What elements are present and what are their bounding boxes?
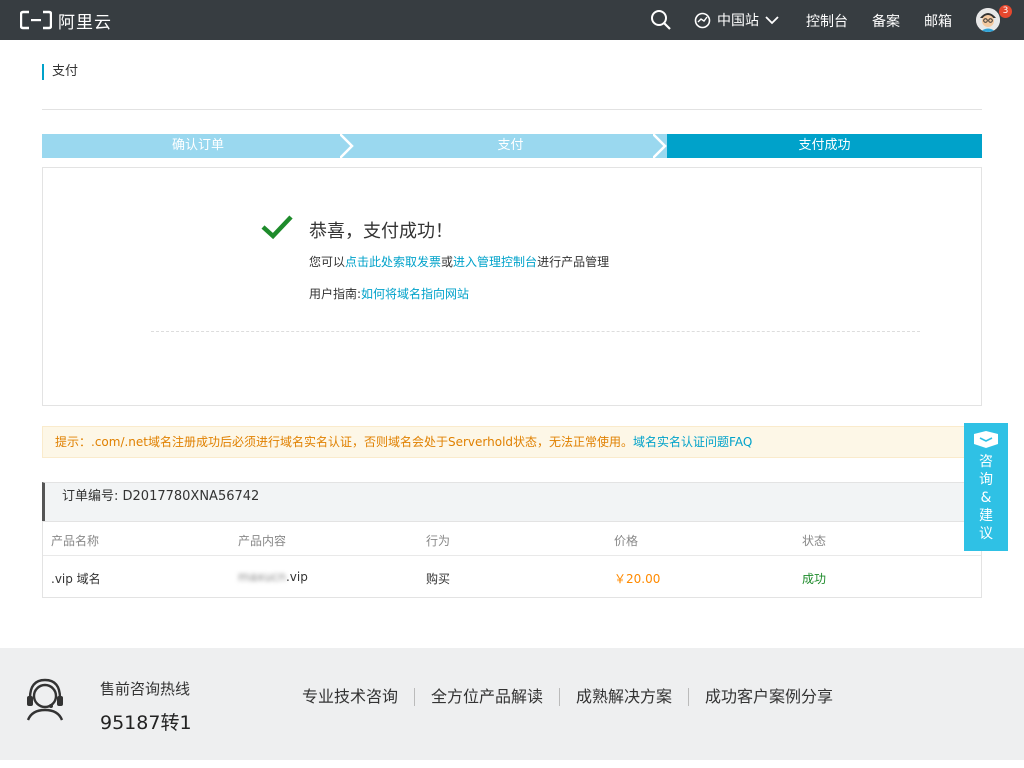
- hotline-number: 95187转1: [100, 712, 192, 734]
- td-product-name: .vip 域名: [51, 572, 101, 586]
- th-action: 行为: [426, 534, 451, 548]
- step-separator-icon: [340, 134, 354, 158]
- region-selector[interactable]: 中国站: [694, 10, 779, 30]
- consult-char: 询: [979, 472, 993, 488]
- guide-label: 用户指南:: [309, 287, 362, 301]
- success-title: 恭喜，支付成功！: [309, 221, 453, 242]
- consult-char: 咨: [979, 454, 993, 470]
- console-link[interactable]: 进入管理控制台: [453, 255, 537, 269]
- user-guide-line: 用户指南:如何将域名指向网站: [309, 285, 469, 302]
- region-label: 中国站: [717, 13, 759, 29]
- check-icon: [261, 215, 293, 240]
- consult-label: 咨 询 & 建 议: [964, 453, 1008, 543]
- td-action: 购买: [426, 572, 451, 586]
- th-status: 状态: [802, 534, 827, 548]
- order-table: 产品名称 产品内容 行为 价格 状态 .vip 域名 maxucn.vip 购买…: [42, 521, 982, 598]
- dashed-divider: [151, 331, 920, 332]
- aliyun-logo[interactable]: 阿里云: [20, 9, 112, 33]
- table-header-row: [43, 522, 981, 556]
- aliyun-logo-icon: [20, 10, 52, 30]
- guide-link[interactable]: 如何将域名指向网站: [361, 287, 469, 301]
- progress-steps: 确认订单 支付 支付成功: [42, 134, 982, 158]
- avatar[interactable]: [976, 8, 1000, 32]
- th-price: 价格: [614, 534, 639, 548]
- avatar-face-icon: [976, 8, 1000, 32]
- success-actions-line: 您可以点击此处索取发票或进入管理控制台进行产品管理: [309, 253, 609, 270]
- text-suffix: 进行产品管理: [537, 255, 610, 269]
- nav-link-mail[interactable]: 邮箱: [924, 11, 952, 31]
- td-product-content: maxucn.vip: [238, 570, 308, 584]
- hotline-label: 售前咨询热线: [100, 680, 191, 698]
- chat-icon: [974, 431, 998, 448]
- tip-text: 提示：.com/.net域名注册成功后必须进行域名实名认证，否则域名会处于Ser…: [55, 435, 634, 449]
- order-number: 订单编号: D2017780XNA56742: [62, 489, 260, 504]
- consult-char: 建: [979, 508, 993, 524]
- footer-bottom-strip: [0, 760, 1024, 768]
- consult-feedback-button[interactable]: 咨 询 & 建 议: [964, 423, 1008, 551]
- text-or: 或: [441, 255, 454, 269]
- success-panel: 恭喜，支付成功！ 您可以点击此处索取发票或进入管理控制台进行产品管理 用户指南:…: [42, 167, 982, 406]
- chevron-down-icon: [765, 16, 779, 25]
- headset-icon: [26, 678, 64, 721]
- nav-link-filing[interactable]: 备案: [872, 11, 900, 31]
- footer-link-case-studies[interactable]: 成功客户案例分享: [689, 688, 849, 706]
- step-label: 支付成功: [798, 138, 851, 153]
- notification-badge[interactable]: 3: [999, 5, 1012, 18]
- td-price: ￥20.00: [614, 572, 661, 586]
- title-divider: [42, 109, 982, 110]
- step-pay: 支付: [354, 134, 667, 158]
- th-product-name: 产品名称: [51, 534, 100, 548]
- faq-link[interactable]: 域名实名认证问题FAQ: [633, 435, 752, 449]
- page-title: 支付: [42, 64, 78, 80]
- nav-link-console[interactable]: 控制台: [806, 11, 848, 31]
- step-pay-success: 支付成功: [667, 134, 982, 158]
- footer-link-solutions[interactable]: 成熟解决方案: [560, 688, 690, 706]
- text-prefix: 您可以: [309, 255, 346, 269]
- footer-link-tech-consult[interactable]: 专业技术咨询: [286, 688, 416, 706]
- td-status: 成功: [802, 572, 827, 586]
- footer-links: 专业技术咨询 全方位产品解读 成熟解决方案 成功客户案例分享: [286, 688, 849, 706]
- step-label: 支付: [497, 138, 524, 153]
- search-icon[interactable]: [650, 9, 672, 31]
- top-navbar: 阿里云 中国站 控制台 备案 邮箱 3: [0, 0, 1024, 40]
- domain-suffix: .vip: [285, 570, 308, 584]
- invoice-link[interactable]: 点击此处索取发票: [345, 255, 441, 269]
- logo-text: 阿里云: [58, 12, 112, 33]
- step-separator-icon: [653, 134, 667, 158]
- consult-char: 议: [979, 526, 993, 542]
- order-header: 订单编号: D2017780XNA56742: [42, 482, 982, 521]
- step-label: 确认订单: [171, 138, 224, 153]
- consult-char: &: [980, 490, 992, 506]
- globe-icon: [694, 12, 711, 28]
- redacted-domain: maxucn: [238, 570, 286, 584]
- th-product-content: 产品内容: [238, 534, 287, 548]
- realname-tip: 提示：.com/.net域名注册成功后必须进行域名实名认证，否则域名会处于Ser…: [42, 426, 972, 458]
- footer: 售前咨询热线 95187转1 专业技术咨询 全方位产品解读 成熟解决方案 成功客…: [0, 648, 1024, 760]
- step-confirm-order: 确认订单: [42, 134, 354, 158]
- footer-link-product-guide[interactable]: 全方位产品解读: [415, 688, 561, 706]
